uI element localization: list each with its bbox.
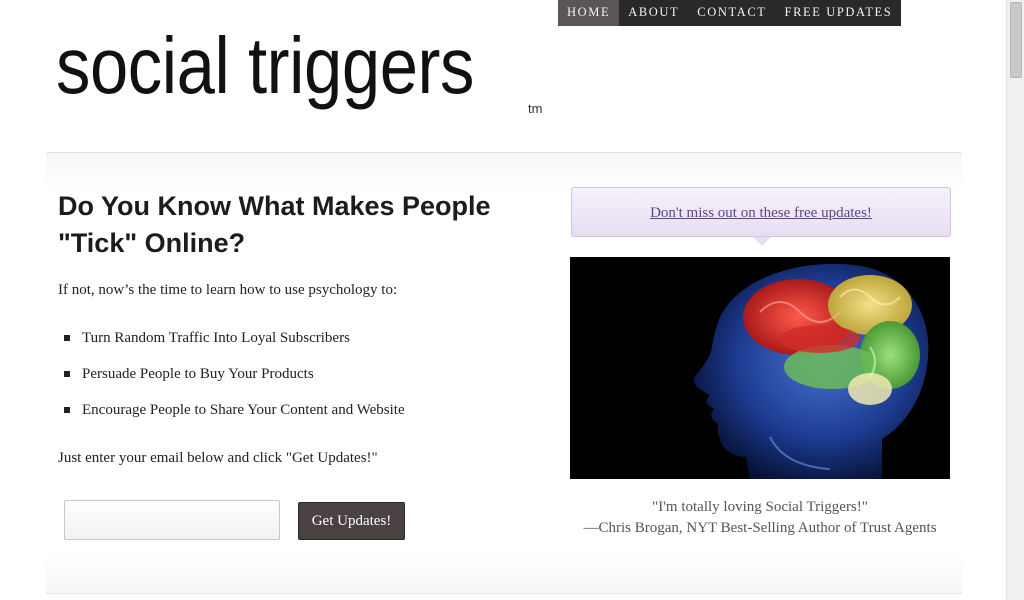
- email-field[interactable]: [64, 500, 280, 540]
- callout-pointer: [753, 237, 771, 246]
- testimonial-quote: "I'm totally loving Social Triggers!" —C…: [570, 497, 950, 539]
- list-item: Turn Random Traffic Into Loyal Subscribe…: [64, 328, 405, 364]
- signup-instruction: Just enter your email below and click "G…: [58, 450, 378, 466]
- benefits-list: Turn Random Traffic Into Loyal Subscribe…: [64, 328, 405, 436]
- brain-head-illustration: [570, 257, 950, 479]
- testimonial-text: "I'm totally loving Social Triggers!": [652, 499, 868, 515]
- get-updates-button[interactable]: Get Updates!: [298, 502, 405, 540]
- list-item: Encourage People to Share Your Content a…: [64, 400, 405, 436]
- nav-free-updates-link[interactable]: FREE UPDATES: [776, 0, 902, 26]
- nav-contact-link[interactable]: CONTACT: [688, 0, 775, 26]
- page-headline: Do You Know What Makes People "Tick" Onl…: [58, 191, 491, 258]
- bullet-icon: [64, 371, 70, 377]
- bullet-icon: [64, 335, 70, 341]
- vertical-scrollbar[interactable]: [1006, 0, 1024, 600]
- brain-head-image: [570, 257, 950, 479]
- scrollbar-thumb[interactable]: [1010, 2, 1022, 78]
- free-updates-link[interactable]: Don't miss out on these free updates!: [650, 205, 872, 221]
- testimonial-author: —Chris Brogan, NYT Best-Selling Author o…: [583, 520, 937, 536]
- intro-text: If not, now’s the time to learn how to u…: [58, 282, 398, 298]
- list-item: Persuade People to Buy Your Products: [64, 364, 405, 400]
- top-nav: HOME ABOUT CONTACT FREE UPDATES: [558, 0, 902, 26]
- list-item-text: Persuade People to Buy Your Products: [82, 366, 314, 382]
- nav-home-link[interactable]: HOME: [558, 0, 620, 26]
- bullet-icon: [64, 407, 70, 413]
- list-item-text: Encourage People to Share Your Content a…: [82, 402, 405, 418]
- site-logo[interactable]: social triggers: [56, 26, 474, 106]
- free-updates-callout: Don't miss out on these free updates!: [571, 187, 951, 237]
- list-item-text: Turn Random Traffic Into Loyal Subscribe…: [82, 330, 350, 346]
- nav-about-link[interactable]: ABOUT: [619, 0, 688, 26]
- trademark-mark: tm: [528, 101, 543, 116]
